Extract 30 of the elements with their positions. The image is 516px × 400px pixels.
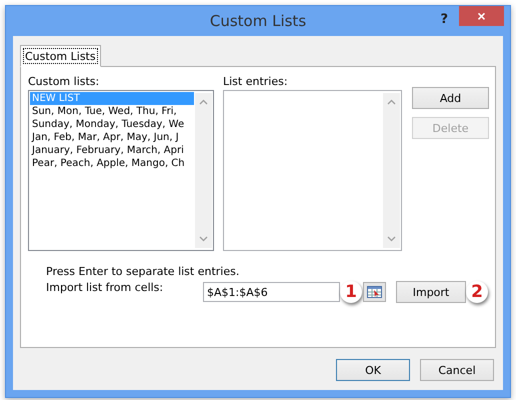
- help-button[interactable]: ?: [440, 12, 448, 27]
- import-button[interactable]: Import: [396, 281, 466, 303]
- list-entries-field[interactable]: [223, 90, 402, 251]
- scroll-down-icon[interactable]: [387, 236, 396, 242]
- import-label: Import list from cells:: [46, 281, 164, 294]
- scrollbar[interactable]: [383, 93, 400, 248]
- scroll-down-icon[interactable]: [199, 236, 208, 242]
- list-item[interactable]: Sun, Mon, Tue, Wed, Thu, Fri,: [30, 105, 194, 118]
- list-entries-label: List entries:: [223, 75, 289, 88]
- list-item[interactable]: January, February, March, Apri: [30, 144, 194, 157]
- ok-button[interactable]: OK: [336, 359, 410, 381]
- custom-lists-label: Custom lists:: [28, 75, 100, 88]
- step-badge: 2: [466, 281, 488, 303]
- scrollbar[interactable]: [195, 93, 212, 248]
- tab[interactable]: Custom Lists: [20, 45, 101, 67]
- list-item[interactable]: Sunday, Monday, Tuesday, We: [30, 118, 194, 131]
- scroll-up-icon[interactable]: [199, 99, 208, 105]
- scroll-up-icon[interactable]: [387, 99, 396, 105]
- list-item[interactable]: Pear, Peach, Apple, Mango, Ch: [30, 157, 194, 170]
- cancel-button[interactable]: Cancel: [420, 359, 494, 381]
- grid-icon: [367, 286, 382, 298]
- step-badge: 1: [340, 281, 362, 303]
- custom-lists-listbox[interactable]: NEW LIST Sun, Mon, Tue, Wed, Thu, Fri, Sunday, Monday, Tuesday, We Jan, Feb, Mar, Apr, May, Jun, J January, February, March, Apri Pear, Peach, Apple, Mango, Ch: [28, 90, 214, 251]
- range-select-button[interactable]: [363, 282, 386, 302]
- list-item[interactable]: Jan, Feb, Mar, Apr, May, Jun, J: [30, 131, 194, 144]
- close-button[interactable]: ×: [459, 6, 504, 26]
- cell-range-field[interactable]: $A$1:$A$6: [203, 282, 340, 302]
- window-title: Custom Lists: [210, 12, 306, 30]
- hint-text: Press Enter to separate list entries.: [46, 265, 240, 278]
- add-button[interactable]: Add: [412, 87, 489, 109]
